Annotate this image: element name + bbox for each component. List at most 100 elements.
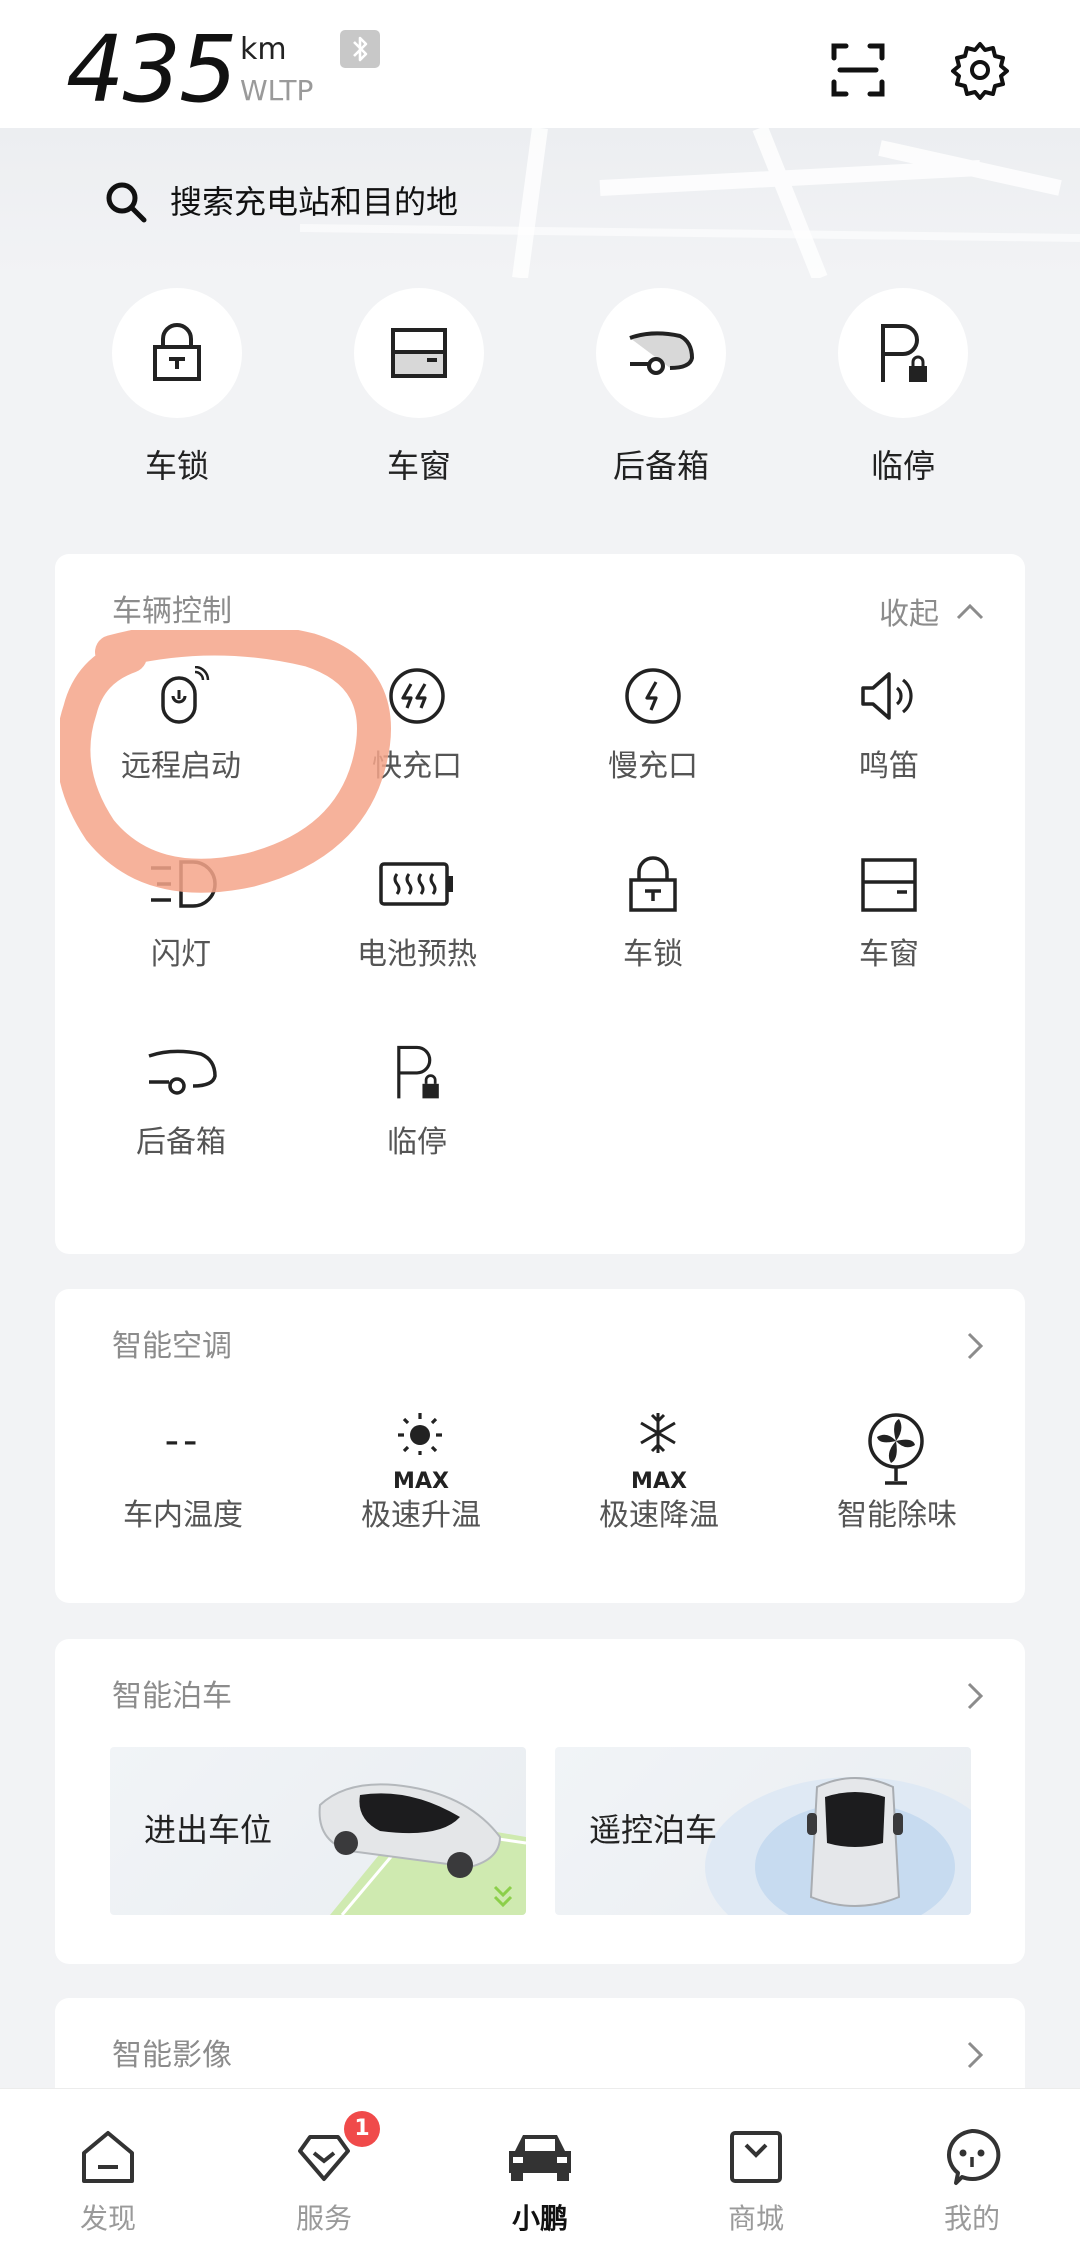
parking-lock-icon: [881, 324, 927, 382]
collapse-button[interactable]: 收起: [879, 586, 985, 636]
fast-charge-port-button[interactable]: 快充口: [299, 666, 535, 826]
climate-more-button[interactable]: [965, 1321, 985, 1371]
fast-charge-port-icon: [389, 668, 445, 724]
range-value: 435: [66, 16, 238, 123]
control-label: 车锁: [623, 937, 683, 972]
horn-icon: [861, 672, 913, 720]
collapse-label: 收起: [879, 597, 939, 632]
park-in-out-tile[interactable]: 进出车位: [110, 1747, 526, 1915]
nav-xiaopeng[interactable]: 小鹏: [450, 2089, 630, 2256]
search-icon: [106, 182, 147, 223]
card-title: 智能影像: [112, 2038, 232, 2073]
chevron-right-icon: [967, 1682, 984, 1710]
card-title: 智能泊车: [112, 1679, 232, 1714]
trunk-icon: [148, 1049, 217, 1095]
control-label: 后备箱: [136, 1125, 226, 1160]
trunk-button[interactable]: 后备箱: [63, 1042, 299, 1202]
lock-icon: [629, 856, 677, 912]
rapid-heat-button[interactable]: MAX 极速升温: [303, 1411, 539, 1571]
parking-lock-icon: [397, 1045, 439, 1099]
lock-icon: [153, 323, 201, 381]
window-icon: [861, 858, 917, 912]
nav-profile[interactable]: 我的: [882, 2089, 1062, 2256]
nav-label: 服务: [295, 2202, 352, 2235]
shop-bag-icon: [730, 2131, 782, 2183]
quick-window-button[interactable]: 车窗: [319, 288, 519, 498]
control-label: 闪灯: [151, 937, 211, 972]
slow-charge-port-button[interactable]: 慢充口: [535, 666, 771, 826]
cabin-temperature[interactable]: -- 车内温度: [65, 1411, 301, 1571]
card-title: 智能空调: [112, 1329, 232, 1364]
smart-deodorize-button[interactable]: 智能除味: [779, 1411, 1015, 1571]
chevron-right-icon: [967, 2041, 984, 2069]
search-bar[interactable]: 搜索充电站和目的地: [70, 150, 1030, 250]
quick-trunk-button[interactable]: 后备箱: [561, 288, 761, 498]
control-label: 快充口: [372, 749, 462, 784]
flash-lights-icon: [151, 860, 217, 908]
rapid-cool-badge: MAX: [631, 1469, 687, 1494]
climate-card: 智能空调 -- 车内温度 MAX 极速升温 MAX 极速降温 智能除味: [55, 1289, 1025, 1603]
scan-icon: [831, 43, 885, 97]
quick-label: 车锁: [144, 447, 209, 485]
control-label: 智能除味: [837, 1498, 957, 1533]
rapid-heat-badge: MAX: [393, 1469, 449, 1494]
nav-shop[interactable]: 商城: [666, 2089, 846, 2256]
window-icon: [391, 328, 447, 378]
nav-label: 我的: [943, 2202, 1000, 2235]
bottom-navigation: 发现 1 服务 小鹏 商城 我的: [0, 2088, 1080, 2256]
quick-label: 临停: [870, 447, 935, 485]
top-header: 435 km WLTP: [0, 0, 1080, 128]
quick-lock-button[interactable]: 车锁: [77, 288, 277, 498]
home-icon: [82, 2131, 134, 2183]
gear-icon: [951, 42, 1009, 100]
range-standard: WLTP: [240, 74, 314, 107]
control-label: 车内温度: [123, 1498, 243, 1533]
parking-button[interactable]: 临停: [299, 1042, 535, 1202]
control-label: 慢充口: [608, 749, 698, 784]
nav-label: 小鹏: [511, 2202, 568, 2235]
range-unit: km: [240, 32, 287, 67]
profile-icon: [947, 2128, 1001, 2185]
battery-preheat-icon: [379, 862, 453, 906]
rapid-cool-button[interactable]: MAX 极速降温: [541, 1411, 777, 1571]
quick-actions: 车锁 车窗 后备箱 临停: [0, 288, 1080, 498]
control-label: 鸣笛: [859, 749, 919, 784]
camera-more-button[interactable]: [965, 2030, 985, 2080]
window-button[interactable]: 车窗: [771, 854, 1007, 1014]
nav-discover[interactable]: 发现: [18, 2089, 198, 2256]
car-icon: [509, 2135, 571, 2181]
battery-preheat-button[interactable]: 电池预热: [299, 854, 535, 1014]
remote-parking-tile[interactable]: 遥控泊车: [555, 1747, 971, 1915]
search-placeholder: 搜索充电站和目的地: [170, 183, 459, 221]
lock-button[interactable]: 车锁: [535, 854, 771, 1014]
nav-service[interactable]: 1 服务: [234, 2089, 414, 2256]
smart-parking-card: 智能泊车 进出车位 遥控泊车: [55, 1639, 1025, 1964]
control-label: 电池预热: [357, 937, 477, 972]
control-label: 车窗: [859, 937, 919, 972]
horn-button[interactable]: 鸣笛: [771, 666, 1007, 826]
nav-label: 商城: [727, 2202, 784, 2235]
scan-button[interactable]: [830, 42, 886, 98]
chevron-up-icon: [956, 603, 984, 620]
card-title: 车辆控制: [112, 594, 232, 629]
quick-parking-button[interactable]: 临停: [803, 288, 1003, 498]
flash-lights-button[interactable]: 闪灯: [63, 854, 299, 1014]
control-label: 远程启动: [121, 749, 241, 784]
trunk-icon: [629, 331, 695, 375]
control-label: 极速降温: [599, 1498, 719, 1533]
control-label: 临停: [387, 1125, 447, 1160]
park-label: 遥控泊车: [589, 1811, 718, 1849]
slow-charge-port-icon: [625, 668, 681, 724]
parking-more-button[interactable]: [965, 1671, 985, 1721]
chevron-right-icon: [967, 1332, 984, 1360]
vehicle-control-card: 车辆控制 收起 远程启动 快充口 慢充口 鸣笛 闪灯 电池预热 车锁 车窗 后备…: [55, 554, 1025, 1254]
map-background: 搜索充电站和目的地: [0, 128, 1080, 278]
settings-button[interactable]: [950, 40, 1010, 100]
park-label: 进出车位: [144, 1811, 273, 1849]
bluetooth-icon: [340, 30, 380, 68]
remote-start-button[interactable]: 远程启动: [63, 666, 299, 826]
quick-label: 后备箱: [612, 447, 709, 485]
remote-start-icon: [161, 666, 210, 724]
nav-label: 发现: [79, 2202, 136, 2235]
control-label: 极速升温: [361, 1498, 481, 1533]
